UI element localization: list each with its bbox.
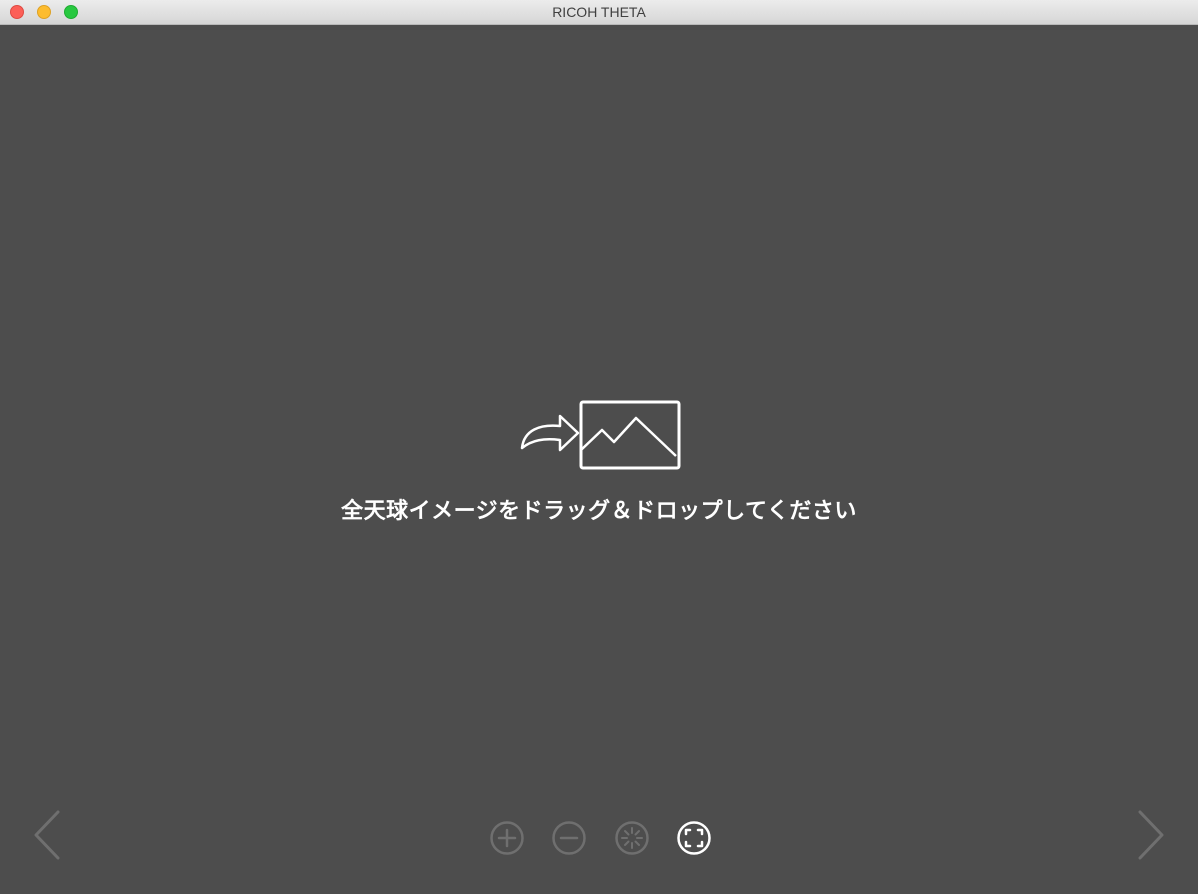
title-bar[interactable]: RICOH THETA bbox=[0, 0, 1198, 25]
fullscreen-button[interactable] bbox=[676, 820, 712, 856]
reset-spinner-icon bbox=[615, 821, 649, 855]
drag-drop-image-icon bbox=[520, 400, 681, 470]
zoom-in-icon bbox=[490, 821, 524, 855]
zoom-out-icon bbox=[552, 821, 586, 855]
drop-instruction-text: 全天球イメージをドラッグ＆ドロップしてください bbox=[341, 499, 857, 524]
reset-view-button[interactable] bbox=[614, 820, 650, 856]
window-title: RICOH THETA bbox=[552, 4, 646, 20]
drop-zone[interactable]: 全天球イメージをドラッグ＆ドロップしてください bbox=[0, 25, 1198, 894]
app-window: RICOH THETA 全天球イメージをドラッグ＆ドロップしてください bbox=[0, 0, 1198, 894]
zoom-out-button[interactable] bbox=[551, 820, 587, 856]
next-image-button[interactable] bbox=[1136, 810, 1166, 860]
chevron-left-icon bbox=[34, 810, 60, 860]
chevron-right-icon bbox=[1138, 810, 1164, 860]
fullscreen-icon bbox=[677, 821, 711, 855]
previous-image-button[interactable] bbox=[32, 810, 62, 860]
zoom-in-button[interactable] bbox=[489, 820, 525, 856]
